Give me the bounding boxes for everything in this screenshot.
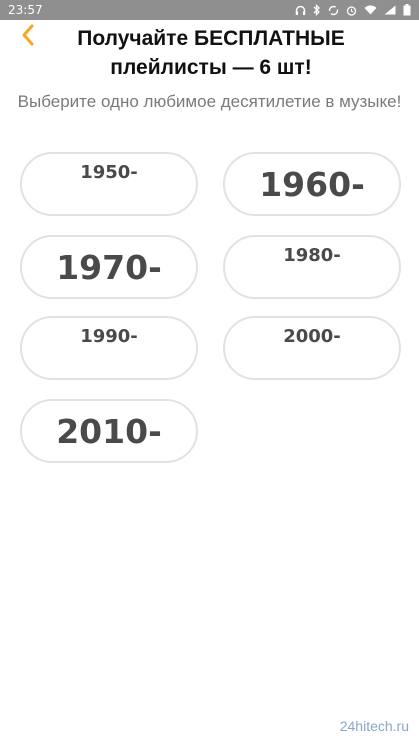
decade-button-2010[interactable]: 2010-	[20, 399, 198, 463]
decade-label: 2010-	[56, 411, 162, 451]
decade-button-1950[interactable]: 1950-	[20, 152, 198, 216]
decade-label: 2000-	[283, 326, 341, 347]
decade-label: 1980-	[283, 245, 341, 266]
page-subtitle: Выберите одно любимое десятилетие в музы…	[17, 92, 402, 111]
bluetooth-icon	[313, 4, 320, 16]
alarm-icon	[346, 5, 357, 16]
decade-label: 1960-	[259, 164, 365, 204]
decade-label: 1950-	[80, 162, 138, 183]
chevron-left-icon	[22, 24, 34, 46]
decade-button-1970[interactable]: 1970-	[20, 235, 198, 299]
page-title: Получайте БЕСПЛАТНЫЕ плейлисты — 6 шт!	[77, 27, 345, 79]
wifi-icon	[364, 5, 377, 15]
signal-icon	[384, 5, 396, 15]
status-icons	[295, 4, 411, 16]
status-time: 23:57	[8, 3, 43, 17]
app-screen: 23:57 Получайте БЕСПЛАТНЫЕ плейлисты — 6…	[0, 0, 419, 748]
headphones-icon	[295, 5, 306, 15]
status-bar: 23:57	[0, 0, 419, 20]
decade-label: 1990-	[80, 326, 138, 347]
watermark: 24hitech.ru	[339, 718, 409, 734]
battery-icon	[403, 4, 411, 16]
decade-button-2000[interactable]: 2000-	[223, 316, 401, 380]
back-button[interactable]	[14, 20, 42, 50]
decade-button-1990[interactable]: 1990-	[20, 316, 198, 380]
sync-icon	[328, 5, 339, 15]
decade-button-1980[interactable]: 1980-	[223, 235, 401, 299]
decade-label: 1970-	[56, 247, 162, 287]
decade-button-1960[interactable]: 1960-	[223, 152, 401, 216]
